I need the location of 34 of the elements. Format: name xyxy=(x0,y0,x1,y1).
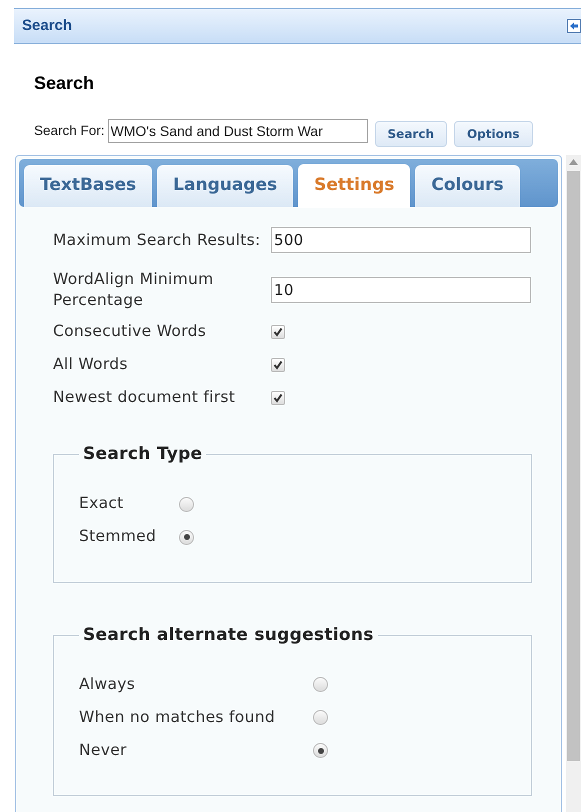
tab[interactable]: Settings xyxy=(298,164,410,208)
checkbox[interactable] xyxy=(271,390,285,404)
checkbox-label: Consecutive Words xyxy=(53,320,208,342)
radio-button[interactable] xyxy=(179,530,194,544)
tab[interactable]: Colours xyxy=(415,165,520,207)
setting-field[interactable]: 500 xyxy=(271,227,531,253)
radio-button[interactable] xyxy=(313,677,328,692)
search-field[interactable]: WMO's Sand and Dust Storm War xyxy=(108,119,368,143)
setting-field[interactable]: 10 xyxy=(271,277,531,303)
radio-label: Never xyxy=(79,740,128,761)
checkbox[interactable] xyxy=(271,358,285,372)
radio-label: Always xyxy=(79,674,136,695)
group-legend: Search Type xyxy=(79,442,206,468)
scrollbar[interactable] xyxy=(566,155,581,812)
search-button[interactable]: Search xyxy=(374,121,447,147)
options-button[interactable]: Options xyxy=(454,121,533,147)
checkbox-label: Newest document first xyxy=(53,386,236,408)
title-bar-title: Search xyxy=(22,16,72,36)
checkbox-label: All Words xyxy=(53,354,129,375)
radio-label: When no matches found xyxy=(79,706,276,728)
radio-button[interactable] xyxy=(313,743,328,758)
radio-button[interactable] xyxy=(179,496,194,512)
search-label: Search For: xyxy=(34,122,105,140)
page-heading: Search xyxy=(34,72,96,95)
setting-label: WordAlign Minimum Percentage xyxy=(53,269,215,311)
radio-label: Stemmed xyxy=(79,526,158,548)
tab[interactable]: Languages xyxy=(157,165,294,207)
radio-button[interactable] xyxy=(313,710,328,725)
radio-label: Exact xyxy=(79,493,125,514)
tab[interactable]: TextBases xyxy=(24,165,152,207)
group-legend: Search alternate suggestions xyxy=(79,622,378,648)
collapse-icon[interactable] xyxy=(567,19,581,33)
checkbox[interactable] xyxy=(271,324,285,338)
setting-label: Maximum Search Results: xyxy=(53,230,262,250)
